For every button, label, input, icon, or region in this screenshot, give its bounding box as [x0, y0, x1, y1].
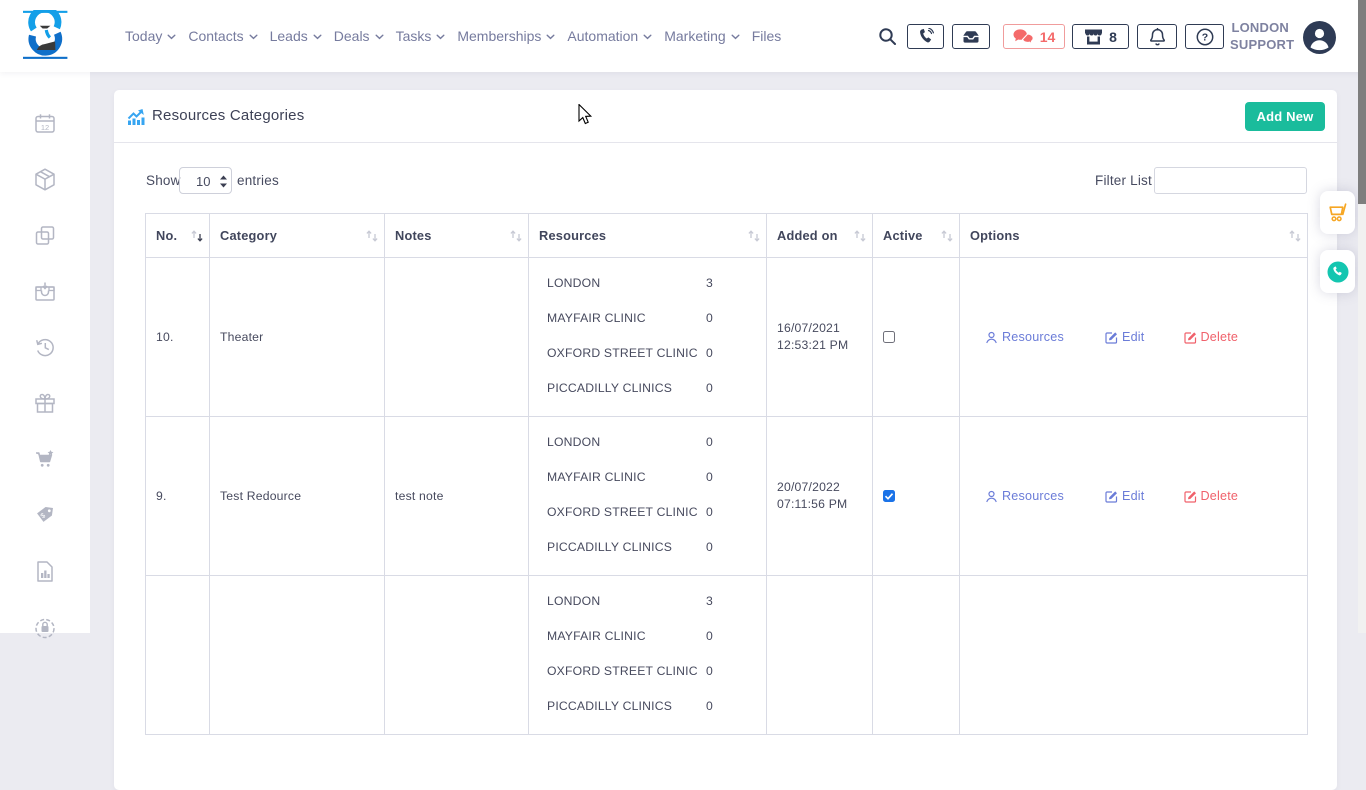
svg-text:12: 12 [41, 123, 49, 132]
svg-text:?: ? [1201, 31, 1207, 43]
